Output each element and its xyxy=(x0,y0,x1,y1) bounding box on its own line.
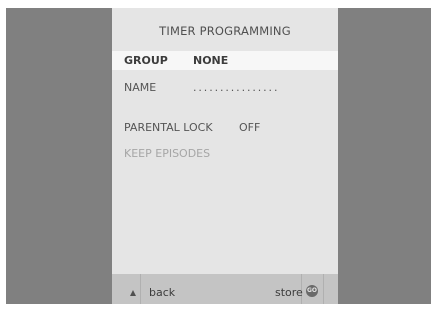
footer-divider xyxy=(140,274,141,304)
footer-divider xyxy=(323,274,324,304)
go-button-icon[interactable]: GO xyxy=(306,285,318,297)
store-label: store xyxy=(275,286,303,299)
footer-bar: back store GO xyxy=(112,274,338,304)
back-button[interactable]: back xyxy=(149,286,175,299)
parental-lock-label: PARENTAL LOCK xyxy=(124,121,213,134)
parental-lock-value: OFF xyxy=(239,121,261,134)
group-value: NONE xyxy=(193,54,229,67)
up-arrow-icon[interactable] xyxy=(130,290,136,296)
keep-episodes-label: KEEP EPISODES xyxy=(124,147,211,160)
name-label: NAME xyxy=(124,81,157,94)
name-value: ................ xyxy=(193,81,280,94)
menu-title: TIMER PROGRAMMING xyxy=(159,24,291,38)
parental-lock-row[interactable]: PARENTAL LOCK OFF xyxy=(112,118,338,137)
name-row[interactable]: NAME ................ xyxy=(112,78,338,97)
group-label: GROUP xyxy=(124,54,168,67)
timer-programming-menu: TIMER PROGRAMMING GROUP NONE NAME ......… xyxy=(112,8,338,304)
keep-episodes-row: KEEP EPISODES xyxy=(112,144,338,163)
group-row[interactable]: GROUP NONE xyxy=(112,51,338,70)
